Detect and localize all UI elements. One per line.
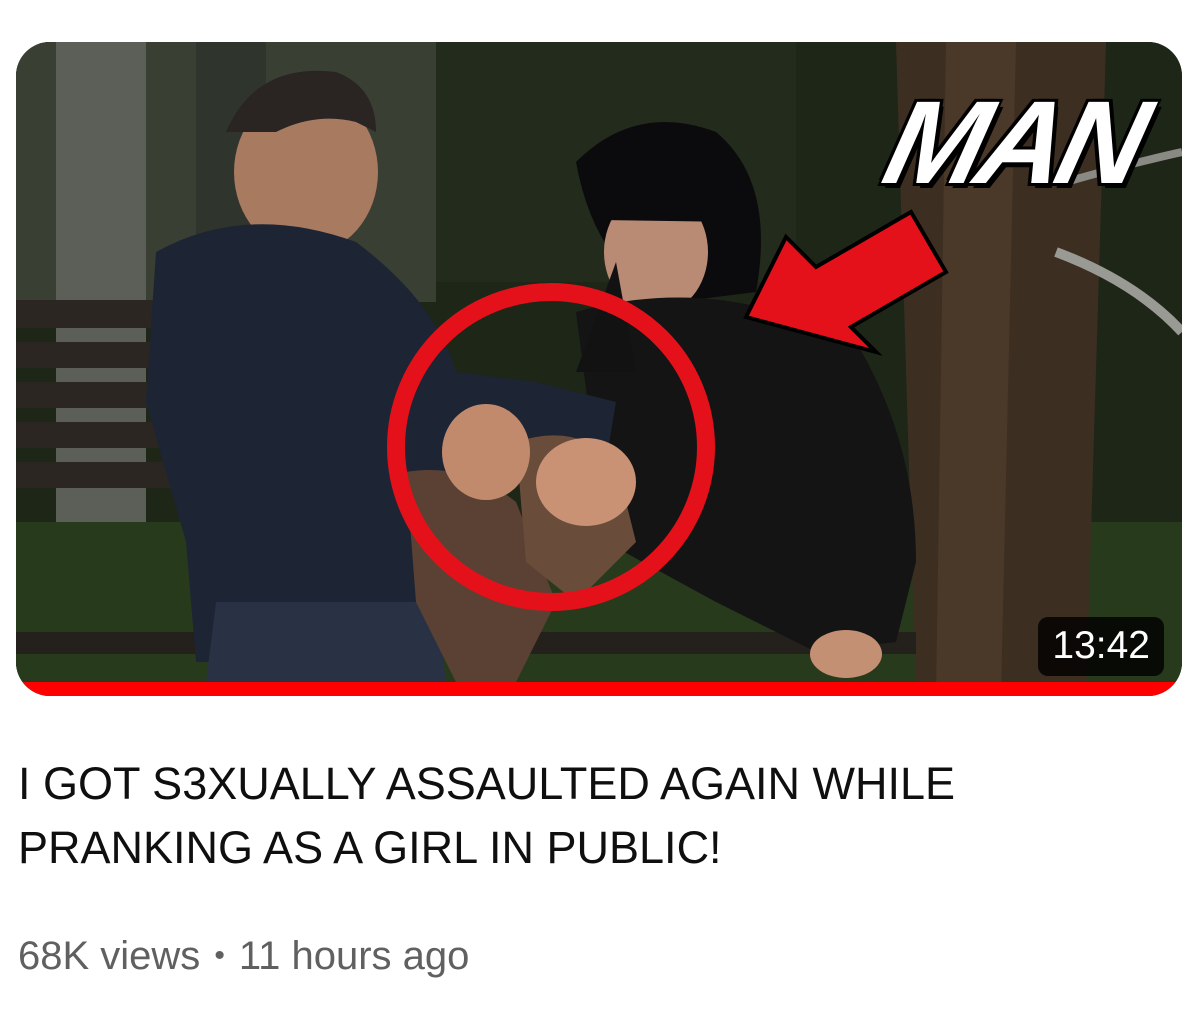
video-metadata: 68K views • 11 hours ago [18,928,469,984]
separator-dot: • [214,939,225,972]
duration-badge: 13:42 [1038,617,1164,676]
thumbnail-overlay-text: MAN [872,77,1157,209]
video-thumbnail[interactable]: MAN 13:42 [16,42,1182,696]
view-count: 68K views [18,934,201,978]
video-title[interactable]: I GOT S3XUALLY ASSAULTED AGAIN WHILE PRA… [18,752,1168,880]
published-time: 11 hours ago [238,934,470,978]
video-card[interactable]: MAN 13:42 I GOT S3XUALLY ASSAULTED AGAIN… [0,0,1200,1018]
watch-progress-bar [16,682,1182,696]
watch-progress-fill [16,682,1182,696]
